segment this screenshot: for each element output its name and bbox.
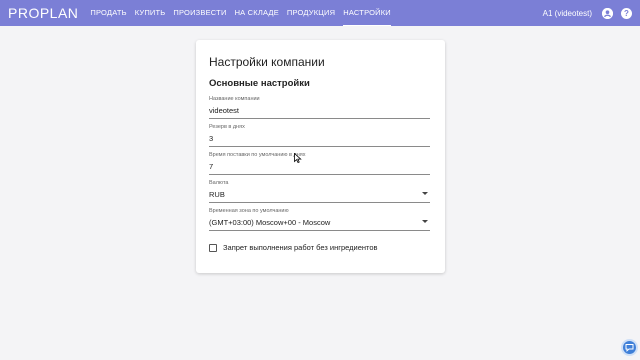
company-name-value[interactable]: videotest <box>209 106 239 115</box>
company-settings-card: Настройки компании Основные настройки На… <box>196 40 445 273</box>
reserve-days-field[interactable]: Резерв в днях 3 <box>209 124 430 147</box>
no-ingredients-checkbox-label[interactable]: Запрет выполнения работ без ингредиентов <box>223 243 378 252</box>
reserve-days-value[interactable]: 3 <box>209 134 213 143</box>
delivery-time-label: Время поставки по умолчанию в днях <box>209 152 306 158</box>
nav-item-in-stock[interactable]: НА СКЛАДЕ <box>235 0 279 26</box>
currency-value[interactable]: RUB <box>209 190 225 199</box>
section-title: Основные настройки <box>209 78 310 89</box>
nav-item-settings[interactable]: НАСТРОЙКИ <box>343 0 391 26</box>
chat-button[interactable] <box>621 339 638 356</box>
timezone-label: Временная зона по умолчанию <box>209 208 289 214</box>
currency-select[interactable]: Валюта RUB <box>209 180 430 203</box>
timezone-value[interactable]: (GMT+03:00) Moscow+00 - Moscow <box>209 218 330 227</box>
timezone-select[interactable]: Временная зона по умолчанию (GMT+03:00) … <box>209 208 430 231</box>
app-logo[interactable]: PROPLAN <box>8 5 78 21</box>
company-name-field[interactable]: Название компании videotest <box>209 96 430 119</box>
currency-label: Валюта <box>209 180 229 186</box>
nav-item-buy[interactable]: КУПИТЬ <box>135 0 166 26</box>
top-app-bar: PROPLAN ПРОДАТЬ КУПИТЬ ПРОИЗВЕСТИ НА СКЛ… <box>0 0 640 26</box>
no-ingredients-checkbox-row[interactable]: Запрет выполнения работ без ингредиентов <box>209 243 378 252</box>
user-label[interactable]: A1 (videotest) <box>543 0 592 26</box>
chat-bubble-icon <box>625 344 634 352</box>
chevron-down-icon[interactable] <box>422 220 428 223</box>
page-title: Настройки компании <box>209 55 325 69</box>
reserve-days-label: Резерв в днях <box>209 124 245 130</box>
help-circle-icon[interactable]: ? <box>621 8 632 19</box>
chevron-down-icon[interactable] <box>422 192 428 195</box>
delivery-time-field[interactable]: Время поставки по умолчанию в днях 7 <box>209 152 430 175</box>
nav-item-products[interactable]: ПРОДУКЦИЯ <box>287 0 335 26</box>
nav-item-sell[interactable]: ПРОДАТЬ <box>90 0 126 26</box>
nav-item-produce[interactable]: ПРОИЗВЕСТИ <box>173 0 226 26</box>
no-ingredients-checkbox[interactable] <box>209 243 217 252</box>
account-circle-icon[interactable] <box>602 8 613 19</box>
company-name-label: Название компании <box>209 96 260 102</box>
mouse-cursor-icon <box>294 150 302 168</box>
delivery-time-value[interactable]: 7 <box>209 162 213 171</box>
main-nav: ПРОДАТЬ КУПИТЬ ПРОИЗВЕСТИ НА СКЛАДЕ ПРОД… <box>86 0 394 26</box>
